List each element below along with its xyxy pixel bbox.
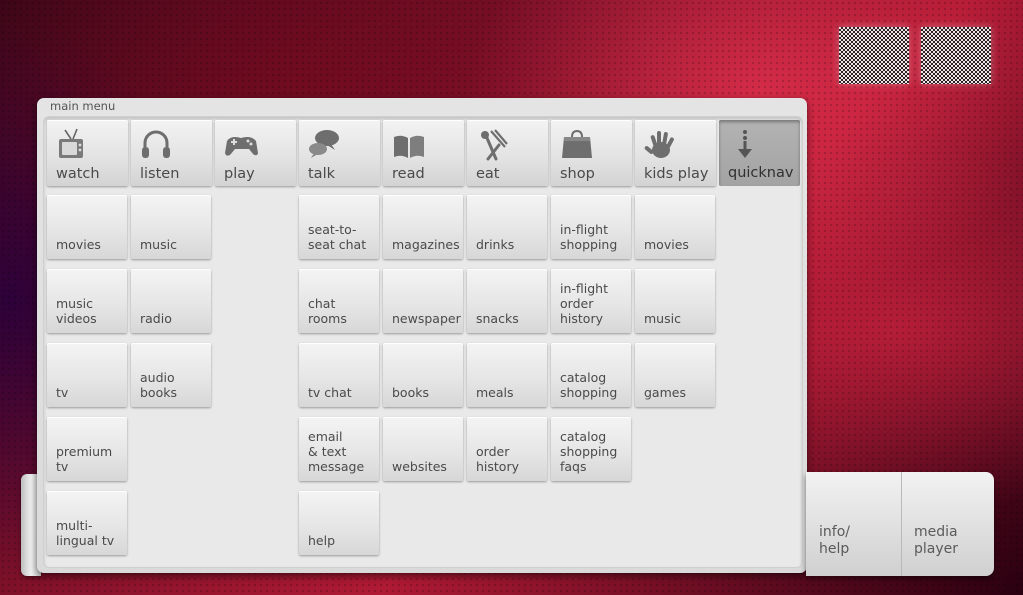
- tile-label: premium tv: [56, 444, 113, 474]
- tile-label: help: [308, 533, 336, 548]
- tile-eat-drinks[interactable]: drinks: [467, 195, 547, 259]
- category-label: quicknav: [728, 165, 794, 181]
- tile-watch-movies[interactable]: movies: [47, 195, 127, 259]
- tile-watch-premium-tv[interactable]: premium tv: [47, 417, 127, 481]
- tile-listen-music[interactable]: music: [131, 195, 211, 259]
- tile-kids-play-games[interactable]: games: [635, 343, 715, 407]
- category-label: play: [224, 166, 255, 182]
- tile-read-newspaper[interactable]: newspaper: [383, 269, 463, 333]
- tile-talk-email-text-message[interactable]: email & text message: [299, 417, 379, 481]
- tile-listen-audio-books[interactable]: audio books: [131, 343, 211, 407]
- tile-shop-catalog-shopping[interactable]: catalog shopping: [551, 343, 631, 407]
- category-label: listen: [140, 166, 180, 182]
- tile-kids-play-movies[interactable]: movies: [635, 195, 715, 259]
- gamepad-icon: [225, 137, 258, 156]
- tile-talk-tv-chat[interactable]: tv chat: [299, 343, 379, 407]
- status-indicator-right: [921, 27, 991, 84]
- info-help-button[interactable]: info/ help: [807, 472, 902, 576]
- tile-label: books: [392, 385, 429, 400]
- category-label: read: [392, 166, 425, 182]
- tile-label: drinks: [476, 237, 515, 252]
- tile-label: meals: [476, 385, 514, 400]
- tile-label: music: [140, 237, 177, 252]
- tile-label: order history: [476, 444, 519, 474]
- category-kids-play[interactable]: kids play: [635, 120, 716, 186]
- tile-talk-help[interactable]: help: [299, 491, 379, 555]
- category-shop[interactable]: shop: [551, 120, 632, 186]
- tile-label: radio: [140, 311, 172, 326]
- category-eat[interactable]: eat: [467, 120, 548, 186]
- headphones-icon: [142, 130, 170, 158]
- book-icon: [394, 135, 424, 158]
- category-watch[interactable]: watch: [47, 120, 128, 186]
- tile-eat-order-history[interactable]: order history: [467, 417, 547, 481]
- tile-label: multi-lingual tv: [56, 518, 115, 548]
- tile-label: tv: [56, 385, 69, 400]
- tile-label: newspaper: [392, 311, 461, 326]
- tile-talk-seat-to-seat-chat[interactable]: seat-to-seat chat: [299, 195, 379, 259]
- tile-label: catalog shopping: [560, 370, 618, 400]
- tile-label: in-flight shopping: [560, 222, 618, 252]
- tile-label: in-flight order history: [560, 281, 609, 326]
- category-play[interactable]: play: [215, 120, 296, 186]
- category-listen[interactable]: listen: [131, 120, 212, 186]
- panel-title: main menu: [50, 99, 116, 113]
- category-label: eat: [476, 166, 500, 182]
- category-label: shop: [560, 166, 595, 182]
- bottom-button-bar: info/ help media player: [806, 472, 994, 576]
- tile-read-magazines[interactable]: magazines: [383, 195, 463, 259]
- tile-label: email & text message: [308, 429, 365, 474]
- tile-label: catalog shopping faqs: [560, 429, 618, 474]
- tile-label: music: [644, 311, 681, 326]
- tile-shop-catalog-shopping-faqs[interactable]: catalog shopping faqs: [551, 417, 631, 481]
- tile-kids-play-music[interactable]: music: [635, 269, 715, 333]
- status-indicator-left: [839, 27, 909, 84]
- chat-bubbles-icon: [309, 130, 339, 158]
- tv-icon: [59, 128, 83, 158]
- tile-label: snacks: [476, 311, 519, 326]
- category-label: watch: [56, 166, 100, 182]
- tile-label: movies: [644, 237, 689, 252]
- tile-label: seat-to-seat chat: [308, 222, 367, 252]
- tile-label: chat rooms: [308, 296, 347, 326]
- tile-read-websites[interactable]: websites: [383, 417, 463, 481]
- tile-label: audio books: [140, 370, 177, 400]
- category-talk[interactable]: talk: [299, 120, 380, 186]
- tile-watch-music-videos[interactable]: music videos: [47, 269, 127, 333]
- tile-label: music videos: [56, 296, 97, 326]
- tile-label: magazines: [392, 237, 460, 252]
- shopping-bag-icon: [562, 129, 592, 158]
- tile-read-books[interactable]: books: [383, 343, 463, 407]
- tile-label: websites: [392, 459, 447, 474]
- tile-label: games: [644, 385, 686, 400]
- tile-listen-radio[interactable]: radio: [131, 269, 211, 333]
- info-help-label: info/ help: [819, 524, 850, 557]
- tile-eat-meals[interactable]: meals: [467, 343, 547, 407]
- tile-eat-snacks[interactable]: snacks: [467, 269, 547, 333]
- handprint-icon: [644, 131, 674, 158]
- category-label: talk: [308, 166, 335, 182]
- tile-label: movies: [56, 237, 101, 252]
- media-player-button[interactable]: media player: [902, 472, 996, 576]
- category-quicknav[interactable]: quicknav: [719, 120, 800, 186]
- tile-shop-in-flight-order-history[interactable]: in-flight order history: [551, 269, 631, 333]
- tile-watch-multi-lingual-tv[interactable]: multi-lingual tv: [47, 491, 127, 555]
- tile-shop-in-flight-shopping[interactable]: in-flight shopping: [551, 195, 631, 259]
- tile-watch-tv[interactable]: tv: [47, 343, 127, 407]
- tile-label: tv chat: [308, 385, 352, 400]
- media-player-label: media player: [914, 524, 959, 557]
- arrow-down-icon: [738, 130, 752, 158]
- tile-talk-chat-rooms[interactable]: chat rooms: [299, 269, 379, 333]
- category-label: kids play: [644, 166, 709, 182]
- category-read[interactable]: read: [383, 120, 464, 186]
- utensils-icon: [481, 129, 508, 161]
